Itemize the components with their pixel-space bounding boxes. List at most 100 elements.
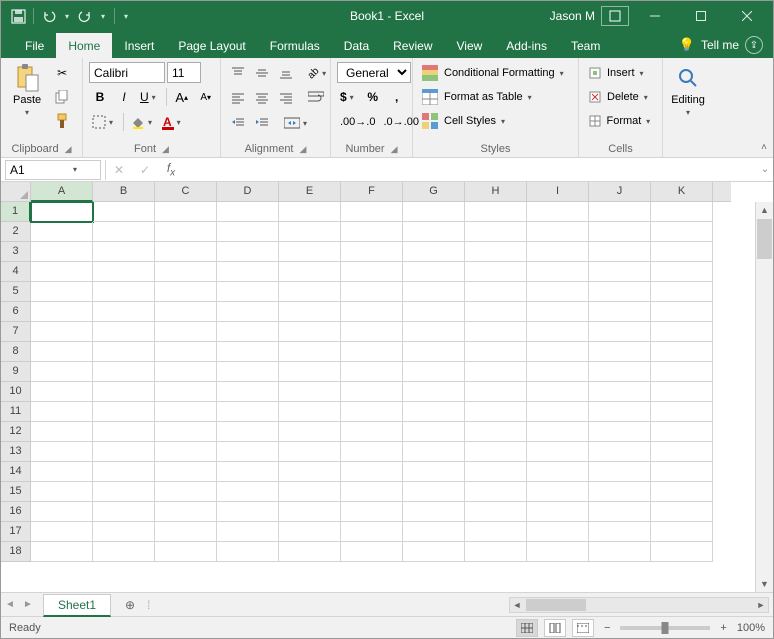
cell-I4[interactable] (527, 262, 589, 282)
cell-H10[interactable] (465, 382, 527, 402)
wrap-text-button[interactable] (305, 87, 327, 109)
cell-G6[interactable] (403, 302, 465, 322)
cell-J5[interactable] (589, 282, 651, 302)
cell-G5[interactable] (403, 282, 465, 302)
tell-me[interactable]: Tell me (701, 38, 739, 52)
cell-G13[interactable] (403, 442, 465, 462)
cell-J2[interactable] (589, 222, 651, 242)
cell-F17[interactable] (341, 522, 403, 542)
account-icon[interactable] (601, 6, 629, 26)
maximize-button[interactable] (681, 1, 721, 31)
cell-B9[interactable] (93, 362, 155, 382)
paste-button[interactable]: Paste ▾ (7, 62, 47, 119)
column-header-G[interactable]: G (403, 182, 465, 202)
column-header-D[interactable]: D (217, 182, 279, 202)
cell-I14[interactable] (527, 462, 589, 482)
tab-view[interactable]: View (445, 33, 495, 58)
bottom-align-button[interactable] (275, 62, 297, 84)
column-header-J[interactable]: J (589, 182, 651, 202)
cell-G1[interactable] (403, 202, 465, 222)
cell-B13[interactable] (93, 442, 155, 462)
cancel-formula-button[interactable]: ✕ (106, 160, 132, 180)
cell-C3[interactable] (155, 242, 217, 262)
cell-E10[interactable] (279, 382, 341, 402)
cell-D13[interactable] (217, 442, 279, 462)
cell-H1[interactable] (465, 202, 527, 222)
column-header-H[interactable]: H (465, 182, 527, 202)
clipboard-launcher[interactable]: ◢ (65, 144, 72, 155)
cell-H15[interactable] (465, 482, 527, 502)
tab-team[interactable]: Team (559, 33, 612, 58)
row-header-4[interactable]: 4 (1, 262, 31, 282)
grow-font-button[interactable]: A▴ (171, 86, 193, 108)
row-header-12[interactable]: 12 (1, 422, 31, 442)
cell-H4[interactable] (465, 262, 527, 282)
cell-B17[interactable] (93, 522, 155, 542)
cell-C4[interactable] (155, 262, 217, 282)
cell-C1[interactable] (155, 202, 217, 222)
cell-F7[interactable] (341, 322, 403, 342)
cell-B7[interactable] (93, 322, 155, 342)
row-header-14[interactable]: 14 (1, 462, 31, 482)
cell-B18[interactable] (93, 542, 155, 562)
cell-B11[interactable] (93, 402, 155, 422)
cell-I2[interactable] (527, 222, 589, 242)
cell-D8[interactable] (217, 342, 279, 362)
cell-F5[interactable] (341, 282, 403, 302)
font-color-button[interactable]: A▾ (160, 111, 187, 133)
cell-J11[interactable] (589, 402, 651, 422)
cell-E11[interactable] (279, 402, 341, 422)
cell-K15[interactable] (651, 482, 713, 502)
merge-center-button[interactable]: ▾ (281, 112, 313, 134)
cell-H3[interactable] (465, 242, 527, 262)
cell-J9[interactable] (589, 362, 651, 382)
cell-K2[interactable] (651, 222, 713, 242)
cell-C8[interactable] (155, 342, 217, 362)
format-as-table-button[interactable]: Format as Table▾ (419, 86, 572, 108)
paste-dropdown[interactable]: ▾ (22, 108, 32, 117)
cell-K17[interactable] (651, 522, 713, 542)
cell-D1[interactable] (217, 202, 279, 222)
cell-C18[interactable] (155, 542, 217, 562)
cell-D2[interactable] (217, 222, 279, 242)
zoom-level[interactable]: 100% (737, 622, 765, 634)
cell-J1[interactable] (589, 202, 651, 222)
tab-formulas[interactable]: Formulas (258, 33, 332, 58)
cell-F6[interactable] (341, 302, 403, 322)
cell-B16[interactable] (93, 502, 155, 522)
tab-addins[interactable]: Add-ins (494, 33, 559, 58)
cell-K11[interactable] (651, 402, 713, 422)
user-name[interactable]: Jason M (550, 9, 595, 23)
row-header-15[interactable]: 15 (1, 482, 31, 502)
cell-B14[interactable] (93, 462, 155, 482)
minimize-button[interactable] (635, 1, 675, 31)
cell-C5[interactable] (155, 282, 217, 302)
cell-I15[interactable] (527, 482, 589, 502)
cell-F4[interactable] (341, 262, 403, 282)
align-left-button[interactable] (227, 87, 249, 109)
name-box[interactable]: ▾ (5, 160, 101, 180)
redo-dropdown[interactable]: ▾ (98, 12, 108, 21)
formula-input[interactable] (184, 160, 757, 180)
cell-E8[interactable] (279, 342, 341, 362)
cell-C7[interactable] (155, 322, 217, 342)
cell-I13[interactable] (527, 442, 589, 462)
cell-G16[interactable] (403, 502, 465, 522)
cell-G3[interactable] (403, 242, 465, 262)
cell-D3[interactable] (217, 242, 279, 262)
row-header-18[interactable]: 18 (1, 542, 31, 562)
cell-F8[interactable] (341, 342, 403, 362)
cell-J8[interactable] (589, 342, 651, 362)
cell-A1[interactable] (31, 202, 93, 222)
tab-insert[interactable]: Insert (112, 33, 166, 58)
cell-I12[interactable] (527, 422, 589, 442)
cell-A17[interactable] (31, 522, 93, 542)
number-format-select[interactable]: General (337, 62, 411, 83)
cell-A9[interactable] (31, 362, 93, 382)
next-sheet-button[interactable]: ► (19, 599, 37, 610)
cell-H18[interactable] (465, 542, 527, 562)
row-header-8[interactable]: 8 (1, 342, 31, 362)
cell-B4[interactable] (93, 262, 155, 282)
cell-J7[interactable] (589, 322, 651, 342)
cells-area[interactable] (31, 202, 755, 592)
